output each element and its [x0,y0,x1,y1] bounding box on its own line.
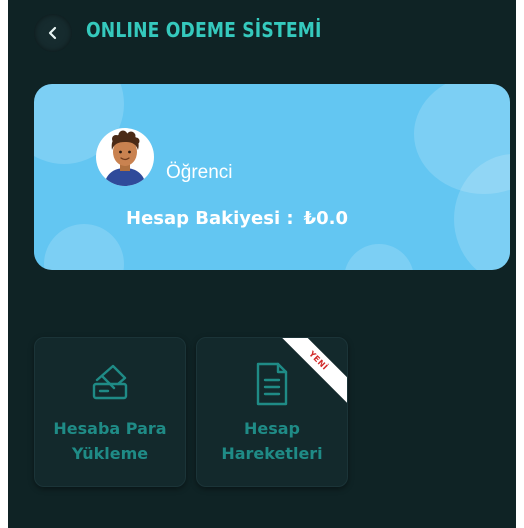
user-role-label: Öğrenci [166,162,233,183]
load-money-button[interactable]: Hesaba Para Yükleme [34,337,186,487]
new-badge: YENİ [267,338,347,418]
load-money-label-line1: Hesaba Para [53,419,167,438]
account-transactions-label: Hesap Hareketleri [197,416,347,466]
student-avatar-icon [96,128,154,186]
new-badge-label: YENİ [272,338,347,407]
balance-label: Hesap Bakiyesi : [126,208,294,229]
back-button[interactable] [34,14,72,52]
balance-value: ₺0.0 [303,208,349,229]
card-payment-icon [88,360,132,404]
account-balance: Hesap Bakiyesi : ₺0.0 [126,208,348,229]
account-transactions-label-line1: Hesap [243,419,300,438]
payment-screen: ONLINE ODEME SİSTEMİ Öğrenci Hesap Bakiy… [8,0,516,528]
account-transactions-button[interactable]: Hesap Hareketleri YENİ [196,337,348,487]
account-transactions-label-line2: Hareketleri [221,444,323,463]
load-money-label: Hesaba Para Yükleme [35,416,185,466]
chevron-left-icon [48,26,57,40]
load-money-label-line2: Yükleme [71,444,149,463]
decorative-bubble [44,224,124,270]
account-balance-card: Öğrenci Hesap Bakiyesi : ₺0.0 [34,84,510,270]
decorative-bubble [344,244,414,270]
page-title: ONLINE ODEME SİSTEMİ [86,18,322,42]
